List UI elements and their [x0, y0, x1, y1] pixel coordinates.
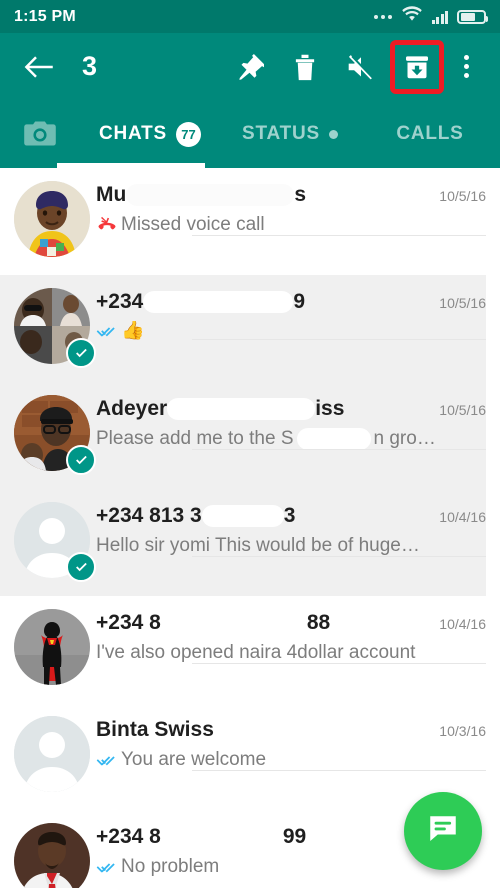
chat-date: 10/5/16	[439, 402, 486, 418]
message-preview-text: No problem	[121, 856, 220, 877]
avatar	[14, 181, 96, 257]
avatar	[14, 288, 96, 368]
chat-list[interactable]: Mu s 10/5/16 Missed voice call +234 9 10…	[0, 168, 500, 888]
message-preview-line: I've also opened naira 4dollar account	[96, 642, 486, 664]
row-content: +234 8 88 10/4/16 I've also opened naira …	[96, 609, 486, 664]
pin-icon[interactable]	[224, 42, 274, 92]
message-preview-line: Missed voice call	[96, 214, 486, 236]
tab-status-label: STATUS	[242, 123, 320, 144]
row-divider	[192, 339, 486, 340]
redaction-block	[160, 612, 307, 635]
contact-name: +234 9	[96, 290, 305, 314]
message-preview-text: Missed voice call	[121, 214, 265, 235]
table-row[interactable]: +234 8 88 10/4/16 I've also opened naira …	[0, 596, 500, 703]
message-preview-text: Please add me to the S	[96, 428, 294, 449]
avatar	[14, 395, 96, 475]
status-bar-time: 1:15 PM	[14, 7, 76, 25]
back-arrow-icon[interactable]	[16, 44, 62, 90]
redaction-block	[167, 398, 316, 421]
avatar	[14, 609, 96, 685]
thumbs-up-emoji: 👍	[121, 321, 145, 340]
selection-check-icon	[66, 338, 96, 368]
message-preview-suffix: n gro…	[373, 428, 436, 449]
message-icon	[425, 811, 461, 852]
tab-calls-label: CALLS	[396, 123, 464, 144]
tab-chats[interactable]: CHATS 77	[80, 121, 220, 147]
chat-date: 10/4/16	[439, 509, 486, 525]
message-preview-text: You are welcome	[121, 749, 267, 770]
status-bar-icons	[373, 6, 488, 27]
status-bar: 1:15 PM	[0, 0, 500, 33]
delete-icon[interactable]	[280, 42, 330, 92]
avatar	[14, 502, 96, 582]
message-preview-line: You are welcome	[96, 749, 486, 771]
chats-unread-badge: 77	[176, 121, 202, 147]
wifi-icon	[401, 6, 423, 27]
redaction-block	[296, 428, 371, 450]
tab-bar: CHATS 77 STATUS CALLS	[0, 100, 500, 168]
chat-date: 10/5/16	[439, 295, 486, 311]
chat-date: 10/5/16	[439, 188, 486, 204]
redaction-block	[201, 505, 284, 528]
redaction-block	[126, 184, 295, 207]
contact-name: +234 8 88	[96, 611, 331, 635]
double-check-icon	[96, 752, 118, 768]
table-row[interactable]: Adeyer iss 10/5/16 Please add me to the S…	[0, 382, 500, 489]
redaction-block	[143, 291, 294, 314]
contact-name: +234 813 33	[96, 504, 296, 528]
table-row[interactable]: Mu s 10/5/16 Missed voice call	[0, 168, 500, 275]
contact-name: Binta Swiss	[96, 718, 214, 741]
row-content: Mu s 10/5/16 Missed voice call	[96, 181, 486, 236]
contact-name: Mu s	[96, 183, 307, 207]
double-check-icon	[96, 323, 118, 339]
message-preview-text: Hello sir yomi This would be of huge…	[96, 535, 420, 556]
selection-toolbar: 3	[0, 33, 500, 100]
more-dots-icon	[373, 14, 392, 19]
mute-icon[interactable]	[336, 42, 386, 92]
chat-date: 10/4/16	[439, 616, 486, 632]
new-chat-fab[interactable]	[404, 792, 482, 870]
overflow-menu-icon[interactable]	[448, 42, 484, 92]
camera-icon[interactable]	[0, 120, 80, 148]
table-row[interactable]: Binta Swiss 10/3/16 You are welcome	[0, 703, 500, 810]
avatar	[14, 823, 96, 888]
signal-icon	[431, 10, 448, 24]
row-content: +234 813 33 10/4/16 Hello sir yomi This …	[96, 502, 486, 557]
message-preview-line: Hello sir yomi This would be of huge…	[96, 535, 486, 557]
row-divider	[192, 556, 486, 557]
message-preview-line: 👍	[96, 321, 486, 340]
battery-icon	[457, 9, 488, 24]
row-divider	[192, 663, 486, 664]
row-divider	[192, 235, 486, 236]
row-divider	[192, 770, 486, 771]
redaction-block	[160, 826, 283, 849]
table-row[interactable]: +234 813 33 10/4/16 Hello sir yomi This …	[0, 489, 500, 596]
archive-icon[interactable]	[390, 39, 444, 94]
selection-check-icon	[66, 445, 96, 475]
tab-status[interactable]: STATUS	[220, 123, 360, 145]
row-divider	[192, 449, 486, 450]
table-row[interactable]: +234 9 10/5/16 👍	[0, 275, 500, 382]
message-preview-text: I've also opened naira 4dollar account	[96, 642, 416, 663]
whatsapp-screen: 1:15 PM 3 CHATS 77 STATUS CALLS Mu s 10/…	[0, 0, 500, 888]
row-content: Binta Swiss 10/3/16 You are welcome	[96, 716, 486, 771]
tab-calls[interactable]: CALLS	[360, 123, 500, 145]
tab-chats-label: CHATS	[98, 123, 168, 144]
contact-name: +234 8 99	[96, 825, 307, 849]
selected-count: 3	[82, 51, 98, 81]
message-preview-line: Please add me to the S n gro…	[96, 428, 486, 450]
double-check-icon	[96, 859, 118, 875]
row-content: +234 9 10/5/16 👍	[96, 288, 486, 340]
avatar	[14, 716, 96, 792]
row-content: Adeyer iss 10/5/16 Please add me to the S…	[96, 395, 486, 450]
chat-date: 10/3/16	[439, 723, 486, 739]
missed-call-icon	[96, 214, 118, 236]
selection-check-icon	[66, 552, 96, 582]
status-update-dot-icon	[328, 129, 338, 139]
contact-name: Adeyer iss	[96, 397, 345, 421]
toolbar-actions	[224, 39, 484, 94]
